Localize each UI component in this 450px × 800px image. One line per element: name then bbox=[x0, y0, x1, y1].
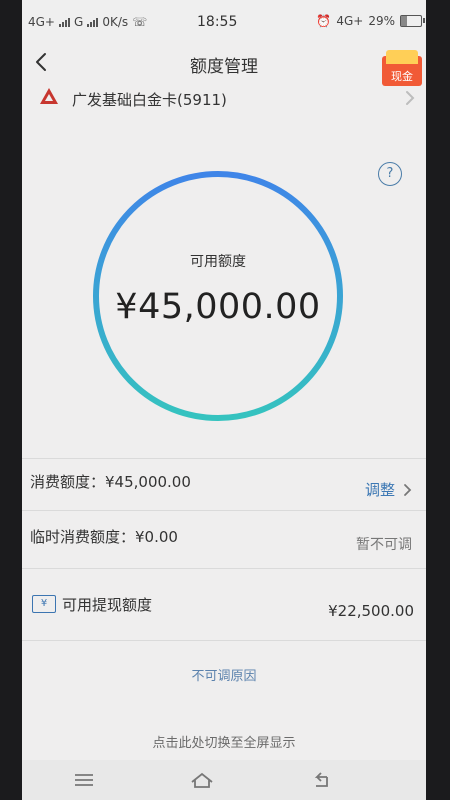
cash-red-envelope-button[interactable]: 现金 bbox=[382, 50, 422, 86]
help-icon[interactable]: ? bbox=[378, 162, 402, 186]
card-name: 广发基础白金卡(5911) bbox=[72, 91, 227, 109]
network-type-2-label: G bbox=[74, 15, 84, 29]
status-time: 18:55 bbox=[197, 14, 238, 30]
divider bbox=[22, 640, 426, 641]
cash-withdraw-icon: ¥ bbox=[32, 595, 56, 613]
available-quota-ring: 可用额度 ¥45,000.00 bbox=[90, 168, 346, 424]
home-icon bbox=[191, 772, 213, 788]
adjust-label: 调整 bbox=[364, 481, 395, 499]
divider bbox=[22, 510, 426, 511]
network-type-label: 4G+ bbox=[28, 15, 55, 29]
phone-icon: ☏ bbox=[132, 15, 148, 29]
withdraw-limit-label: 可用提现额度 bbox=[62, 596, 153, 614]
adjust-button[interactable]: 调整 bbox=[365, 479, 412, 500]
cgb-logo-icon bbox=[40, 88, 58, 104]
battery-icon bbox=[400, 15, 425, 27]
app-header: 额度管理 现金 bbox=[22, 40, 426, 88]
temporary-spending-limit: 临时消费额度：¥0.00 bbox=[30, 528, 178, 546]
withdraw-limit-amount: ¥22,500.00 bbox=[328, 602, 414, 620]
menu-button[interactable] bbox=[70, 770, 98, 790]
temporary-status: 暂不可调 bbox=[356, 537, 412, 553]
phone-screen: 4G+ G 0K/s ☏ 18:55 ⏰ 4G+ 29% 额度管理 现金 广发基… bbox=[22, 0, 426, 800]
signal-icon bbox=[59, 17, 70, 27]
card-selector[interactable]: 广发基础白金卡(5911) bbox=[22, 84, 426, 114]
red-envelope-flap bbox=[386, 50, 418, 64]
status-bar: 4G+ G 0K/s ☏ 18:55 ⏰ 4G+ 29% bbox=[22, 0, 426, 40]
menu-icon bbox=[75, 774, 93, 786]
home-button[interactable] bbox=[188, 770, 216, 790]
page-title: 额度管理 bbox=[190, 57, 258, 77]
status-left: 4G+ G 0K/s ☏ bbox=[28, 15, 147, 29]
battery-percent: 29% bbox=[368, 14, 395, 28]
cash-badge-label: 现金 bbox=[391, 70, 413, 83]
divider bbox=[22, 568, 426, 569]
chevron-right-icon bbox=[406, 91, 415, 105]
network-indicator: 4G+ bbox=[336, 14, 364, 28]
network-speed: 0K/s bbox=[102, 15, 129, 29]
not-adjustable-reason-link[interactable]: 不可调原因 bbox=[22, 665, 426, 684]
status-right: ⏰ 4G+ 29% bbox=[316, 14, 425, 28]
chevron-right-icon bbox=[404, 483, 412, 496]
signal-2-icon bbox=[87, 17, 99, 27]
back-icon bbox=[314, 772, 328, 787]
back-nav-button[interactable] bbox=[308, 770, 336, 790]
available-quota-amount: ¥45,000.00 bbox=[115, 287, 321, 327]
available-quota-label: 可用额度 bbox=[190, 254, 246, 270]
spending-limit: 消费额度：¥45,000.00 bbox=[30, 473, 191, 491]
navigation-bar bbox=[22, 760, 426, 800]
fullscreen-toggle-link[interactable]: 点击此处切换至全屏显示 bbox=[22, 732, 426, 751]
alarm-icon: ⏰ bbox=[316, 14, 332, 28]
divider bbox=[22, 458, 426, 459]
